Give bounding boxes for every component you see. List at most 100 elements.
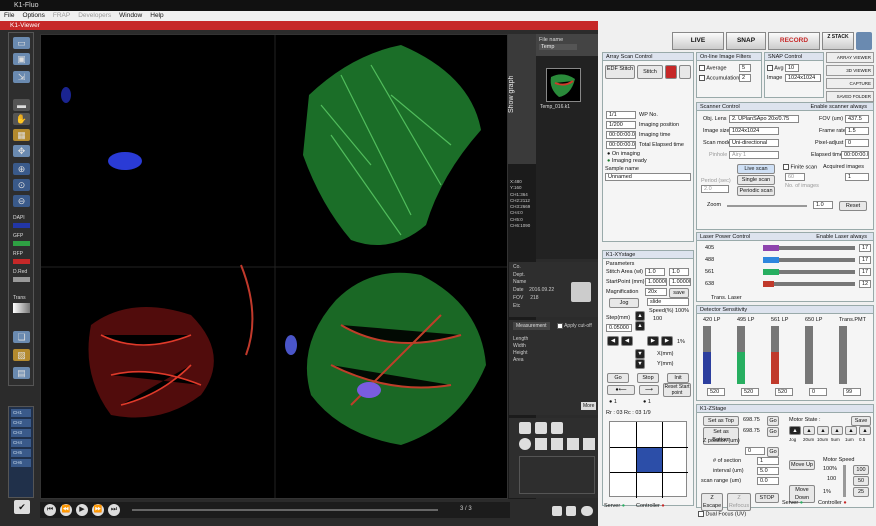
go-bottom-button[interactable]: Go [767, 427, 779, 437]
z-refocus-button[interactable]: Z Refocus [727, 493, 751, 511]
laser-power-field[interactable]: 17 [859, 244, 871, 252]
detector-gain-field[interactable]: 99 [843, 388, 861, 396]
dual-focus-checkbox[interactable] [698, 511, 704, 517]
z-up-10-icon[interactable]: ▲ [817, 426, 829, 435]
z-stop-button[interactable]: STOP [755, 493, 779, 503]
edf-stitch-button[interactable]: EDF Stitch [605, 65, 635, 79]
radio-a[interactable]: ● 1 [609, 399, 617, 405]
reset-start-button[interactable]: Reset Start point [663, 383, 691, 397]
polygon-tool-icon[interactable] [551, 438, 563, 450]
z-up-1-icon[interactable]: ▲ [845, 426, 857, 435]
move-icon[interactable]: ✥ [13, 145, 30, 157]
sample-name-input[interactable]: Unnamed [605, 173, 691, 181]
menu-help[interactable]: Help [150, 11, 163, 21]
color-grid-icon[interactable]: ▦ [13, 129, 30, 141]
average-field[interactable]: 5 [739, 64, 751, 72]
avg-field[interactable]: 10 [785, 64, 799, 72]
detector-gain-field[interactable]: 520 [775, 388, 793, 396]
periodic-scan-button[interactable]: Periodic scan [737, 186, 775, 196]
z-escape-button[interactable]: Z Escape [701, 493, 723, 511]
laser-line-label[interactable]: 405 [705, 245, 714, 251]
channel-tab[interactable]: CH5 [11, 449, 31, 457]
menu-options[interactable]: Options [22, 11, 44, 21]
laser-power-slider[interactable] [763, 282, 855, 286]
capture-button[interactable]: CAPTURE [826, 78, 874, 89]
slide-select[interactable]: slide [647, 298, 689, 306]
channel-tab[interactable]: CH3 [11, 429, 31, 437]
right-arrow-icon[interactable]: ▶ [647, 336, 659, 346]
grid-icon[interactable] [679, 65, 691, 79]
open-icon[interactable]: ▭ [13, 37, 30, 49]
menu-developers[interactable]: Developers [78, 11, 111, 21]
copy-roi-icon[interactable] [566, 506, 576, 516]
avg-checkbox[interactable] [767, 65, 773, 71]
detector-gain-field[interactable]: 520 [741, 388, 759, 396]
up-arrow-icon[interactable]: ▲ [635, 311, 645, 321]
laser-line-label[interactable]: 561 [705, 269, 714, 275]
circle-tool-icon[interactable] [519, 438, 531, 450]
speed-25-button[interactable]: 25 [853, 487, 869, 497]
radio-b[interactable]: ● 1 [643, 399, 651, 405]
image-size-select[interactable]: 1024x1024 [785, 74, 821, 82]
live-scan-button[interactable]: Live scan [737, 164, 775, 174]
stitch-button[interactable]: Stitch [637, 65, 663, 79]
first-frame-icon[interactable]: ⏮ [44, 504, 56, 516]
stitch-area-b[interactable]: 1.0 [669, 268, 689, 276]
overlay-icon[interactable]: ▨ [13, 349, 30, 361]
hand-icon[interactable]: ✋ [13, 113, 30, 125]
zoom-in-icon[interactable]: ⊕ [13, 163, 30, 175]
home-right-icon[interactable]: ⟶ [639, 385, 659, 395]
detector-gain-bar[interactable] [805, 326, 813, 384]
settings-check-icon[interactable]: ✔ [14, 500, 30, 514]
detector-gain-bar[interactable] [839, 326, 847, 384]
menu-frap[interactable]: FRAP [53, 11, 70, 21]
channel-tab[interactable]: CH6 [11, 459, 31, 467]
channel-rfp-swatch[interactable] [13, 259, 30, 264]
dual-focus-option[interactable]: Dual Focus (UV) [698, 511, 746, 517]
more-button[interactable]: More [581, 402, 597, 410]
last-frame-icon[interactable]: ⏭ [108, 504, 120, 516]
export-icon[interactable]: ⇲ [13, 71, 30, 83]
document-icon[interactable] [571, 282, 591, 302]
speed-100-button[interactable]: 100 [853, 465, 869, 475]
delete-roi-icon[interactable] [552, 506, 562, 516]
full-tool-icon[interactable] [583, 438, 595, 450]
z-up-05-icon[interactable]: ▲ [859, 426, 871, 435]
home-left-icon[interactable]: ●⟵ [607, 385, 635, 395]
snap-button[interactable]: SNAP [726, 32, 766, 50]
magnification-select[interactable]: 20x [645, 288, 667, 296]
sections-field[interactable]: 1 [757, 457, 779, 465]
pixel-adjust-field[interactable]: 0 [845, 139, 869, 147]
measurement-button[interactable]: Measurement [513, 322, 550, 330]
speed-50-button[interactable]: 50 [853, 476, 869, 486]
freehand-tool-icon[interactable] [551, 422, 563, 434]
gear-icon[interactable] [856, 32, 872, 50]
menu-file[interactable]: File [4, 11, 14, 21]
z-save-button[interactable]: Save [851, 416, 871, 426]
3d-viewer-button[interactable]: 3D VIEWER [826, 65, 874, 76]
stitch-grid[interactable] [609, 421, 688, 498]
save-mag-button[interactable]: save [669, 288, 689, 298]
set-top-button[interactable]: Set as Top [703, 416, 739, 426]
finite-scan-field[interactable]: 60 [785, 173, 805, 181]
fluorescence-image-grid[interactable] [40, 34, 508, 499]
laser-power-field[interactable]: 12 [859, 280, 871, 288]
laser-line-label[interactable]: 638 [705, 281, 714, 287]
go-top-button[interactable]: Go [767, 416, 779, 426]
scan-mode-select[interactable]: Uni-directional [729, 139, 779, 147]
detector-gain-field[interactable]: 520 [707, 388, 725, 396]
laser-power-field[interactable]: 17 [859, 268, 871, 276]
channel-dred-swatch[interactable] [13, 277, 30, 282]
init-button[interactable]: Init [667, 373, 689, 383]
z-up-20-icon[interactable]: ▲ [803, 426, 815, 435]
detector-gain-field[interactable]: 0 [809, 388, 827, 396]
single-scan-button[interactable]: Single scan [737, 175, 775, 185]
obj-lens-select[interactable]: 2. UPlanSApo 20x/0.75 [729, 115, 799, 123]
z-up-icon[interactable]: ▲ [789, 426, 801, 435]
down-step-icon[interactable]: ▼ [635, 359, 645, 369]
channel-tab[interactable]: CH4 [11, 439, 31, 447]
zoom-field[interactable]: 1.0 [813, 201, 833, 209]
laser-power-field[interactable]: 17 [859, 256, 871, 264]
accumulation-field[interactable]: 2 [739, 74, 751, 82]
laser-line-label[interactable]: 488 [705, 257, 714, 263]
